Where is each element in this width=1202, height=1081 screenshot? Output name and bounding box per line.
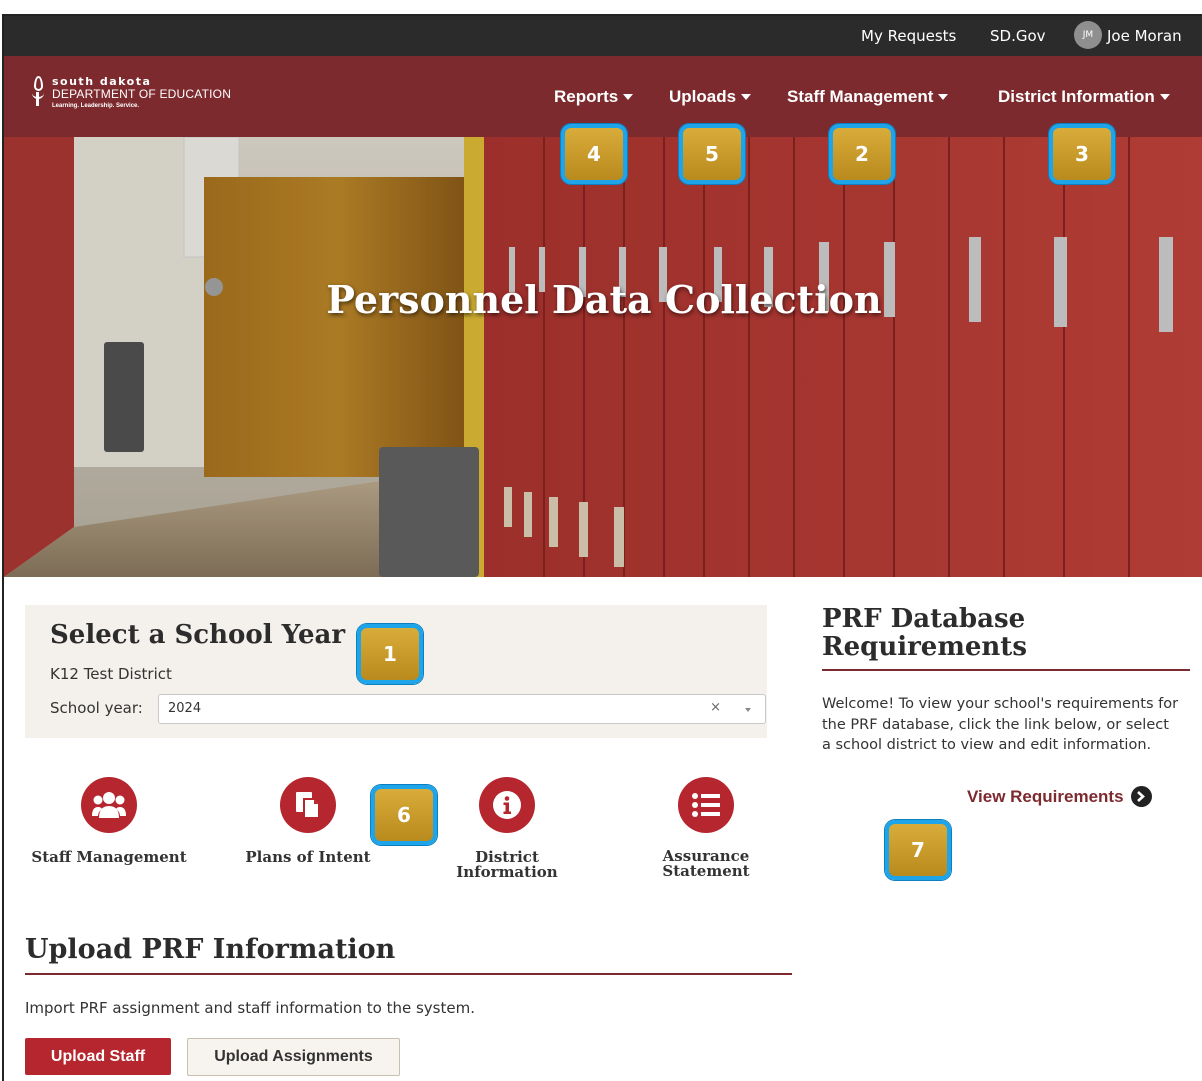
prf-requirements-title: PRF Database Requirements (822, 605, 1192, 661)
section-divider (822, 669, 1190, 671)
chevron-down-icon (1159, 94, 1170, 100)
users-icon (81, 777, 137, 833)
school-year-title: Select a School Year (50, 620, 346, 650)
school-year-label: School year: (50, 699, 143, 717)
chevron-down-icon (623, 94, 634, 100)
nav-district-information[interactable]: District Information (998, 87, 1170, 107)
school-year-value: 2024 (168, 701, 202, 716)
quick-link-staff-management[interactable]: Staff Management (24, 777, 194, 865)
quick-link-label-line2: Statement (662, 862, 750, 880)
hero-title: Personnel Data Collection (326, 277, 882, 322)
copy-document-icon (280, 777, 336, 833)
quick-link-label: District Information (456, 848, 558, 881)
quick-link-label: Plans of Intent (245, 848, 371, 866)
callout-badge-2: 2 (829, 124, 895, 184)
quick-link-district-information[interactable]: District Information (422, 777, 592, 880)
sd-doe-logo[interactable]: south dakota DEPARTMENT OF EDUCATION Lea… (32, 76, 231, 116)
nav-reports[interactable]: Reports (554, 87, 634, 107)
logo-line2: DEPARTMENT OF EDUCATION (52, 87, 232, 101)
view-requirements-label: View Requirements (967, 786, 1124, 806)
prf-title-line1: PRF Database (822, 604, 1026, 634)
callout-badge-1: 1 (357, 624, 423, 684)
nav-staff-management-label: Staff Management (787, 87, 934, 106)
user-name-link[interactable]: Joe Moran (1107, 27, 1182, 45)
upload-staff-button[interactable]: Upload Staff (25, 1038, 171, 1075)
hero-banner: Personnel Data Collection (4, 137, 1202, 577)
prf-title-line2: Requirements (822, 632, 1027, 662)
upload-section-title: Upload PRF Information (25, 934, 396, 965)
torch-icon (32, 76, 46, 116)
prf-description: Welcome! To view your school's requireme… (822, 696, 1179, 753)
callout-badge-4: 4 (561, 124, 627, 184)
chevron-right-circle-icon (1130, 786, 1152, 807)
quick-link-assurance-statement[interactable]: Assurance Statement (621, 777, 791, 879)
callout-badge-6: 6 (371, 785, 437, 845)
utility-bar: My Requests SD.Gov JM Joe Moran (4, 16, 1202, 56)
my-requests-link[interactable]: My Requests (861, 27, 956, 45)
logo-tagline: Learning. Leadership. Service. (52, 103, 140, 109)
quick-link-plans-of-intent[interactable]: Plans of Intent (223, 777, 393, 865)
hallway-lockers-image (4, 137, 1202, 577)
chevron-down-icon (741, 94, 752, 100)
nav-staff-management[interactable]: Staff Management (787, 87, 949, 107)
chevron-down-icon (938, 94, 949, 100)
school-year-select[interactable]: 2024 × (158, 694, 766, 724)
callout-badge-5: 5 (679, 124, 745, 184)
view-requirements-link[interactable]: View Requirements (967, 786, 1152, 807)
nav-reports-label: Reports (554, 87, 619, 106)
section-divider (25, 973, 792, 975)
sd-gov-link[interactable]: SD.Gov (990, 27, 1046, 45)
nav-district-information-label: District Information (998, 87, 1155, 106)
upload-assignments-button[interactable]: Upload Assignments (187, 1038, 400, 1076)
info-icon (479, 777, 535, 833)
quick-link-label: Staff Management (31, 848, 187, 866)
upload-description: Import PRF assignment and staff informat… (25, 999, 475, 1017)
app-frame: My Requests SD.Gov JM Joe Moran south da… (2, 14, 1202, 1081)
logo-line1: south dakota (52, 75, 152, 88)
chevron-down-icon[interactable] (745, 708, 751, 712)
callout-badge-3: 3 (1049, 124, 1115, 184)
clear-icon[interactable]: × (710, 700, 721, 715)
list-icon (678, 777, 734, 833)
avatar[interactable]: JM (1074, 21, 1102, 49)
nav-uploads[interactable]: Uploads (669, 87, 752, 107)
district-name: K12 Test District (50, 665, 172, 683)
callout-badge-7: 7 (885, 820, 951, 880)
nav-uploads-label: Uploads (669, 87, 737, 106)
